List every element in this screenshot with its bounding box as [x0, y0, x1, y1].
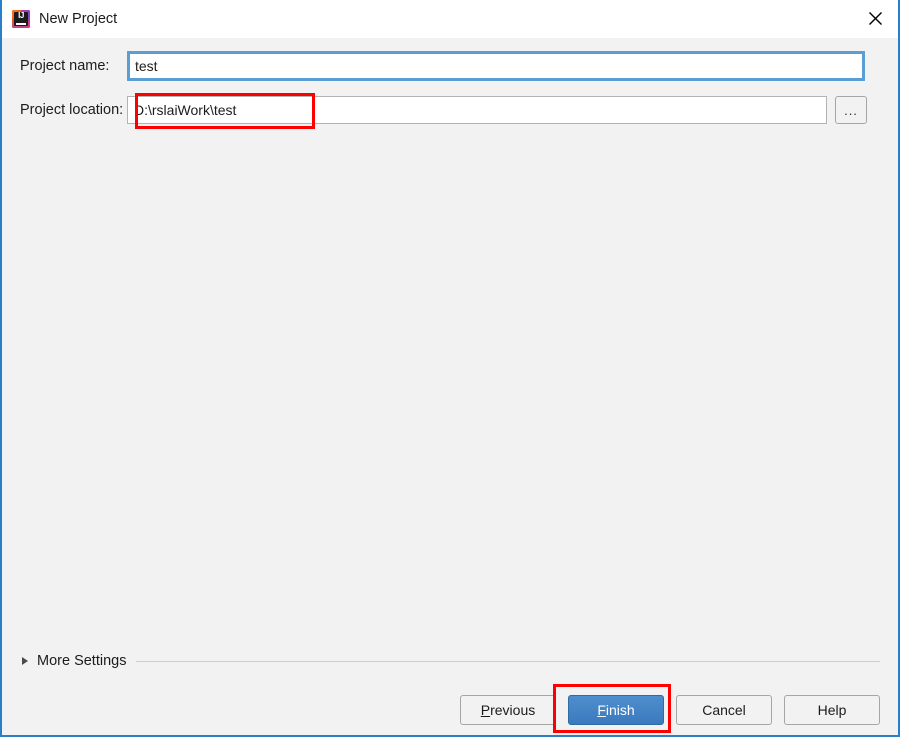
- previous-button-label: revious: [490, 702, 536, 718]
- project-location-input[interactable]: D:\rslaiWork\test: [127, 96, 827, 124]
- project-location-row: Project location: D:\rslaiWork\test ...: [2, 95, 898, 125]
- more-settings-toggle[interactable]: More Settings: [2, 650, 898, 672]
- chevron-right-icon: [22, 657, 28, 665]
- ellipsis-icon: ...: [844, 102, 858, 118]
- browse-location-button[interactable]: ...: [835, 96, 867, 124]
- more-settings-label: More Settings: [37, 653, 127, 669]
- more-settings-separator: [136, 660, 880, 662]
- finish-button-mnemonic: F: [597, 702, 606, 718]
- help-button-label: Help: [817, 702, 847, 718]
- finish-button[interactable]: Finish: [568, 695, 664, 725]
- project-name-input[interactable]: test: [127, 51, 865, 81]
- cancel-button[interactable]: Cancel: [676, 695, 772, 725]
- dialog-footer: Previous Finish Cancel Help: [2, 693, 898, 727]
- previous-button[interactable]: Previous: [460, 695, 556, 725]
- project-name-label: Project name:: [20, 58, 110, 74]
- project-location-label: Project location:: [20, 102, 124, 118]
- finish-button-label: inish: [605, 702, 635, 718]
- help-button[interactable]: Help: [784, 695, 880, 725]
- dialog-body: Project name: test Project location: D:\…: [2, 38, 898, 735]
- intellij-idea-icon: IJ: [12, 10, 30, 28]
- window-title: New Project: [39, 11, 118, 27]
- previous-button-mnemonic: P: [480, 702, 491, 718]
- cancel-button-label: Cancel: [702, 702, 746, 718]
- new-project-dialog: IJ New Project Project name: test Projec…: [0, 0, 900, 737]
- titlebar: IJ New Project: [2, 0, 898, 39]
- project-name-row: Project name: test: [2, 51, 898, 81]
- close-icon[interactable]: [852, 0, 898, 37]
